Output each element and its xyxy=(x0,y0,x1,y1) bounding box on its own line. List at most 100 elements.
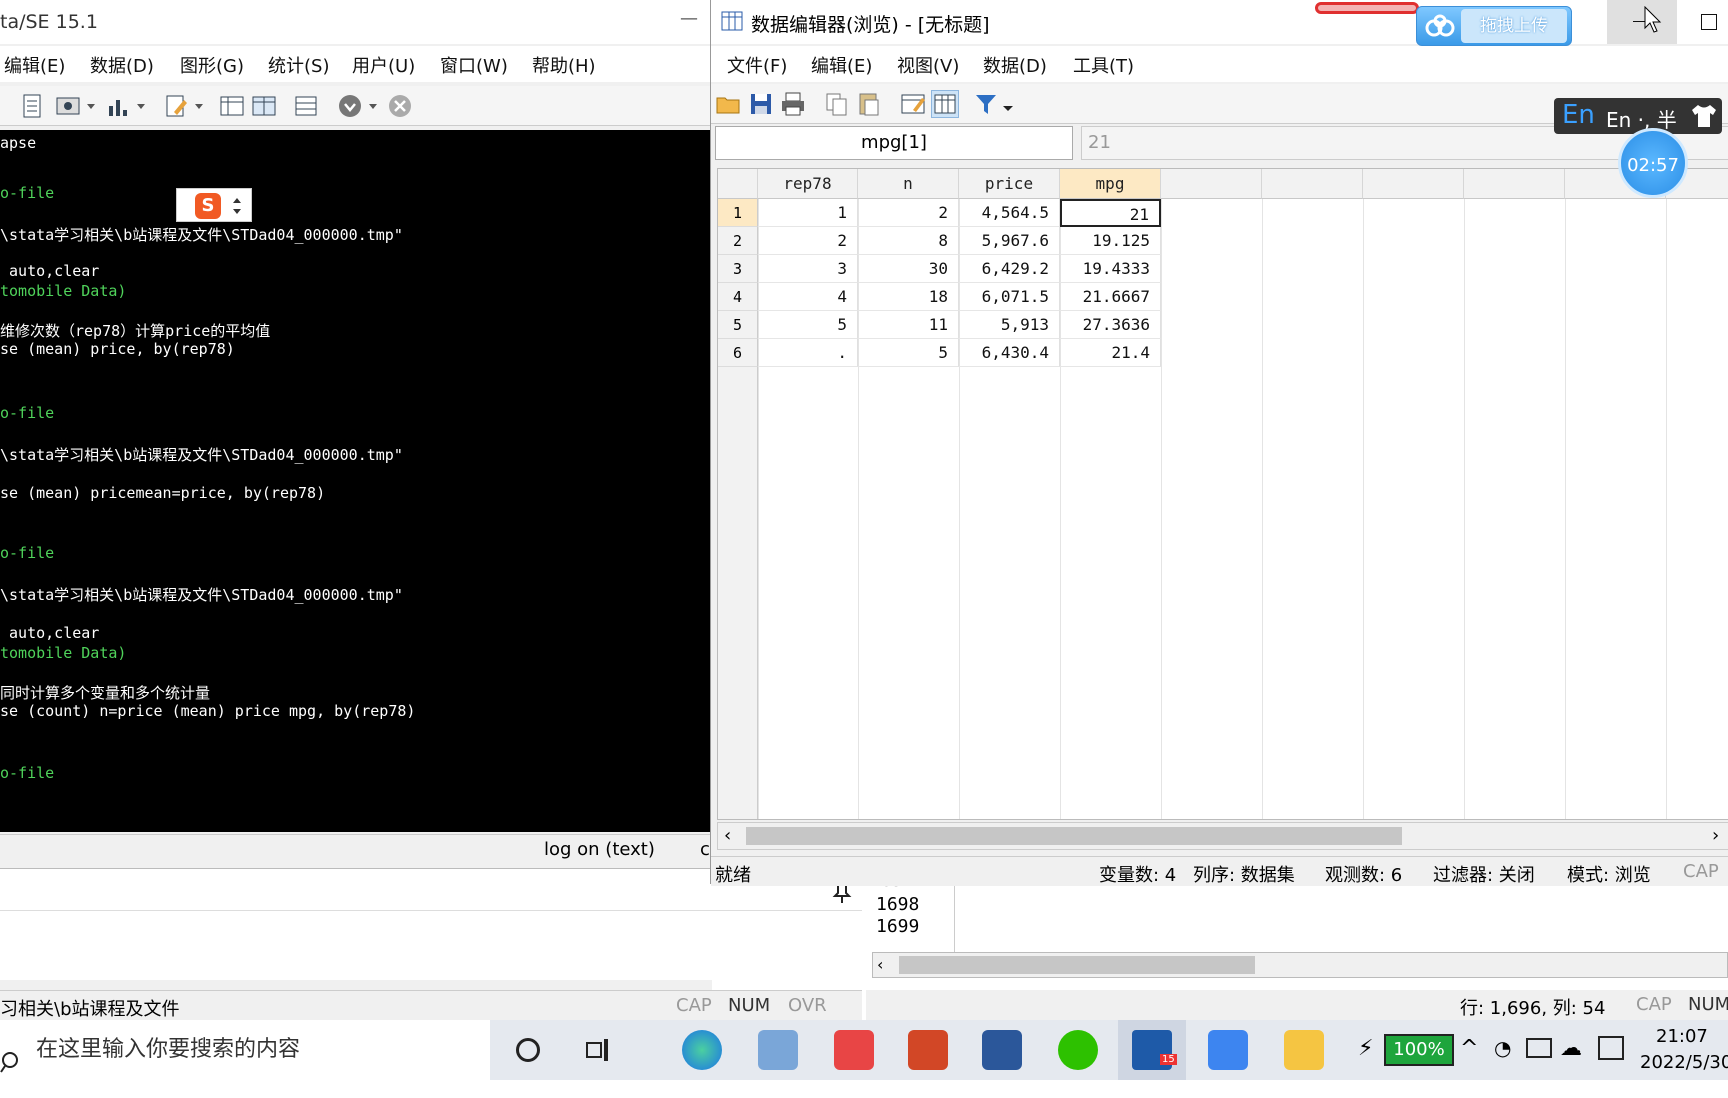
menu-graphics[interactable]: 图形(G) xyxy=(180,52,244,78)
wifi-icon[interactable]: ◔ xyxy=(1494,1036,1511,1060)
break-icon[interactable] xyxy=(386,92,414,120)
filter-icon[interactable] xyxy=(973,90,1001,118)
review-horizontal-scrollbar[interactable]: ‹ xyxy=(872,952,1728,978)
stata-taskbar-button[interactable]: 15 xyxy=(1118,1020,1186,1080)
column-header-price[interactable]: price xyxy=(959,169,1060,199)
menu-edit[interactable]: 编辑(E) xyxy=(4,52,65,78)
row-number[interactable]: 2 xyxy=(718,227,758,255)
table-cell[interactable]: 4,564.5 xyxy=(959,199,1060,227)
do-file-editor-icon[interactable] xyxy=(162,92,190,120)
column-header-mpg[interactable]: mpg xyxy=(1060,169,1161,199)
data-grid[interactable]: rep78 n price mpg 1 1 2 4,564.5 21 2 2 8… xyxy=(717,168,1728,820)
table-cell[interactable]: 19.4333 xyxy=(1060,255,1161,283)
table-cell[interactable]: 11 xyxy=(858,311,959,339)
minimize-button[interactable] xyxy=(1607,0,1677,44)
cortana-icon[interactable] xyxy=(516,1038,540,1062)
table-cell[interactable]: 2 xyxy=(858,199,959,227)
data-editor-edit-icon[interactable] xyxy=(218,92,246,120)
save-icon[interactable] xyxy=(747,90,775,118)
column-header-rep78[interactable]: rep78 xyxy=(758,169,858,199)
table-cell[interactable]: 5 xyxy=(858,339,959,367)
table-cell[interactable]: 1 xyxy=(758,199,858,227)
column-header-empty[interactable] xyxy=(1464,169,1565,199)
taskbar-search-box[interactable]: 在这里输入你要搜索的内容 xyxy=(0,1020,490,1080)
chevron-down-icon[interactable] xyxy=(366,92,380,120)
row-number[interactable]: 4 xyxy=(718,283,758,311)
menu-statistics[interactable]: 统计(S) xyxy=(268,52,329,78)
table-cell[interactable]: 6,429.2 xyxy=(959,255,1060,283)
file-explorer-icon[interactable] xyxy=(1284,1030,1324,1070)
wechat-icon[interactable] xyxy=(1058,1030,1098,1070)
chevron-up-icon[interactable]: ^ xyxy=(1460,1036,1478,1061)
viewer-icon[interactable] xyxy=(54,92,82,120)
chevron-down-icon[interactable] xyxy=(1001,90,1015,118)
log-icon[interactable] xyxy=(18,92,46,120)
table-cell[interactable]: 5,913 xyxy=(959,311,1060,339)
table-cell[interactable]: 6,430.4 xyxy=(959,339,1060,367)
copy-icon[interactable] xyxy=(823,90,851,118)
minimize-icon[interactable]: — xyxy=(680,8,704,36)
cloud-icon[interactable]: ☁ xyxy=(1560,1036,1582,1061)
maximize-icon[interactable] xyxy=(1701,14,1717,30)
variables-manager-icon[interactable] xyxy=(292,92,320,120)
data-editor-browse-icon[interactable] xyxy=(250,92,278,120)
column-header-n[interactable]: n xyxy=(858,169,959,199)
review-line[interactable]: 1699 xyxy=(876,916,919,937)
edit-mode-icon[interactable] xyxy=(899,90,927,118)
menu-tools[interactable]: 工具(T) xyxy=(1073,52,1134,78)
menu-data[interactable]: 数据(D) xyxy=(983,52,1047,78)
keyboard-icon[interactable] xyxy=(1526,1038,1552,1058)
chevron-updown-icon[interactable] xyxy=(231,195,243,217)
menu-help[interactable]: 帮助(H) xyxy=(532,52,596,78)
taskbar-date[interactable]: 2022/5/30 xyxy=(1640,1052,1728,1073)
row-number[interactable]: 1 xyxy=(718,199,758,227)
notes-app-icon[interactable] xyxy=(1208,1030,1248,1070)
chevron-down-icon[interactable] xyxy=(134,92,148,120)
powerpoint-icon[interactable] xyxy=(908,1030,948,1070)
taskbar-time[interactable]: 21:07 xyxy=(1656,1026,1708,1047)
study-app-icon[interactable] xyxy=(758,1030,798,1070)
row-number[interactable]: 5 xyxy=(718,311,758,339)
row-number[interactable]: 6 xyxy=(718,339,758,367)
sogou-ime-toolbar[interactable]: S xyxy=(176,188,252,222)
stata-title-bar[interactable]: ta/SE 15.1 xyxy=(0,0,712,44)
screen-icon[interactable] xyxy=(1598,1036,1624,1060)
table-cell[interactable]: 5 xyxy=(758,311,858,339)
table-cell[interactable]: 3 xyxy=(758,255,858,283)
menu-window[interactable]: 窗口(W) xyxy=(440,52,508,78)
menu-data[interactable]: 数据(D) xyxy=(90,52,154,78)
cell-reference-box[interactable]: mpg[1] xyxy=(715,126,1073,160)
graph-icon[interactable] xyxy=(104,92,132,120)
scroll-left-icon[interactable]: ‹ xyxy=(724,825,731,846)
grid-corner[interactable] xyxy=(718,169,758,199)
table-cell[interactable]: 27.3636 xyxy=(1060,311,1161,339)
print-icon[interactable] xyxy=(779,90,807,118)
scroll-right-icon[interactable]: › xyxy=(1712,825,1719,846)
battery-indicator[interactable]: 100% xyxy=(1384,1034,1454,1066)
open-folder-icon[interactable] xyxy=(715,90,743,118)
row-number[interactable]: 3 xyxy=(718,255,758,283)
selected-cell[interactable]: 21 xyxy=(1060,199,1161,227)
table-cell[interactable]: 21.4 xyxy=(1060,339,1161,367)
menu-edit[interactable]: 编辑(E) xyxy=(811,52,872,78)
data-editor-title-bar[interactable]: 数据编辑器(浏览) - [无标题] xyxy=(711,0,1728,44)
table-cell[interactable]: 30 xyxy=(858,255,959,283)
table-cell[interactable]: 4 xyxy=(758,283,858,311)
chevron-down-icon[interactable] xyxy=(84,92,98,120)
word-icon[interactable] xyxy=(982,1030,1022,1070)
more-icon[interactable] xyxy=(336,92,364,120)
pdf-reader-icon[interactable] xyxy=(834,1030,874,1070)
browse-mode-icon[interactable] xyxy=(931,90,959,118)
recording-timer[interactable]: 02:57 xyxy=(1618,128,1688,198)
drag-upload-button[interactable]: 拖拽上传 xyxy=(1416,6,1572,46)
menu-view[interactable]: 视图(V) xyxy=(897,52,959,78)
column-header-empty[interactable] xyxy=(1161,169,1262,199)
table-cell[interactable]: 21.6667 xyxy=(1060,283,1161,311)
table-cell[interactable]: 2 xyxy=(758,227,858,255)
menu-file[interactable]: 文件(F) xyxy=(727,52,787,78)
power-plug-icon[interactable]: ⚡ xyxy=(1358,1036,1380,1064)
table-cell[interactable]: 8 xyxy=(858,227,959,255)
skin-shirt-icon[interactable] xyxy=(1690,102,1718,130)
grid-horizontal-scrollbar[interactable]: ‹ › xyxy=(717,822,1728,850)
menu-user[interactable]: 用户(U) xyxy=(352,52,415,78)
